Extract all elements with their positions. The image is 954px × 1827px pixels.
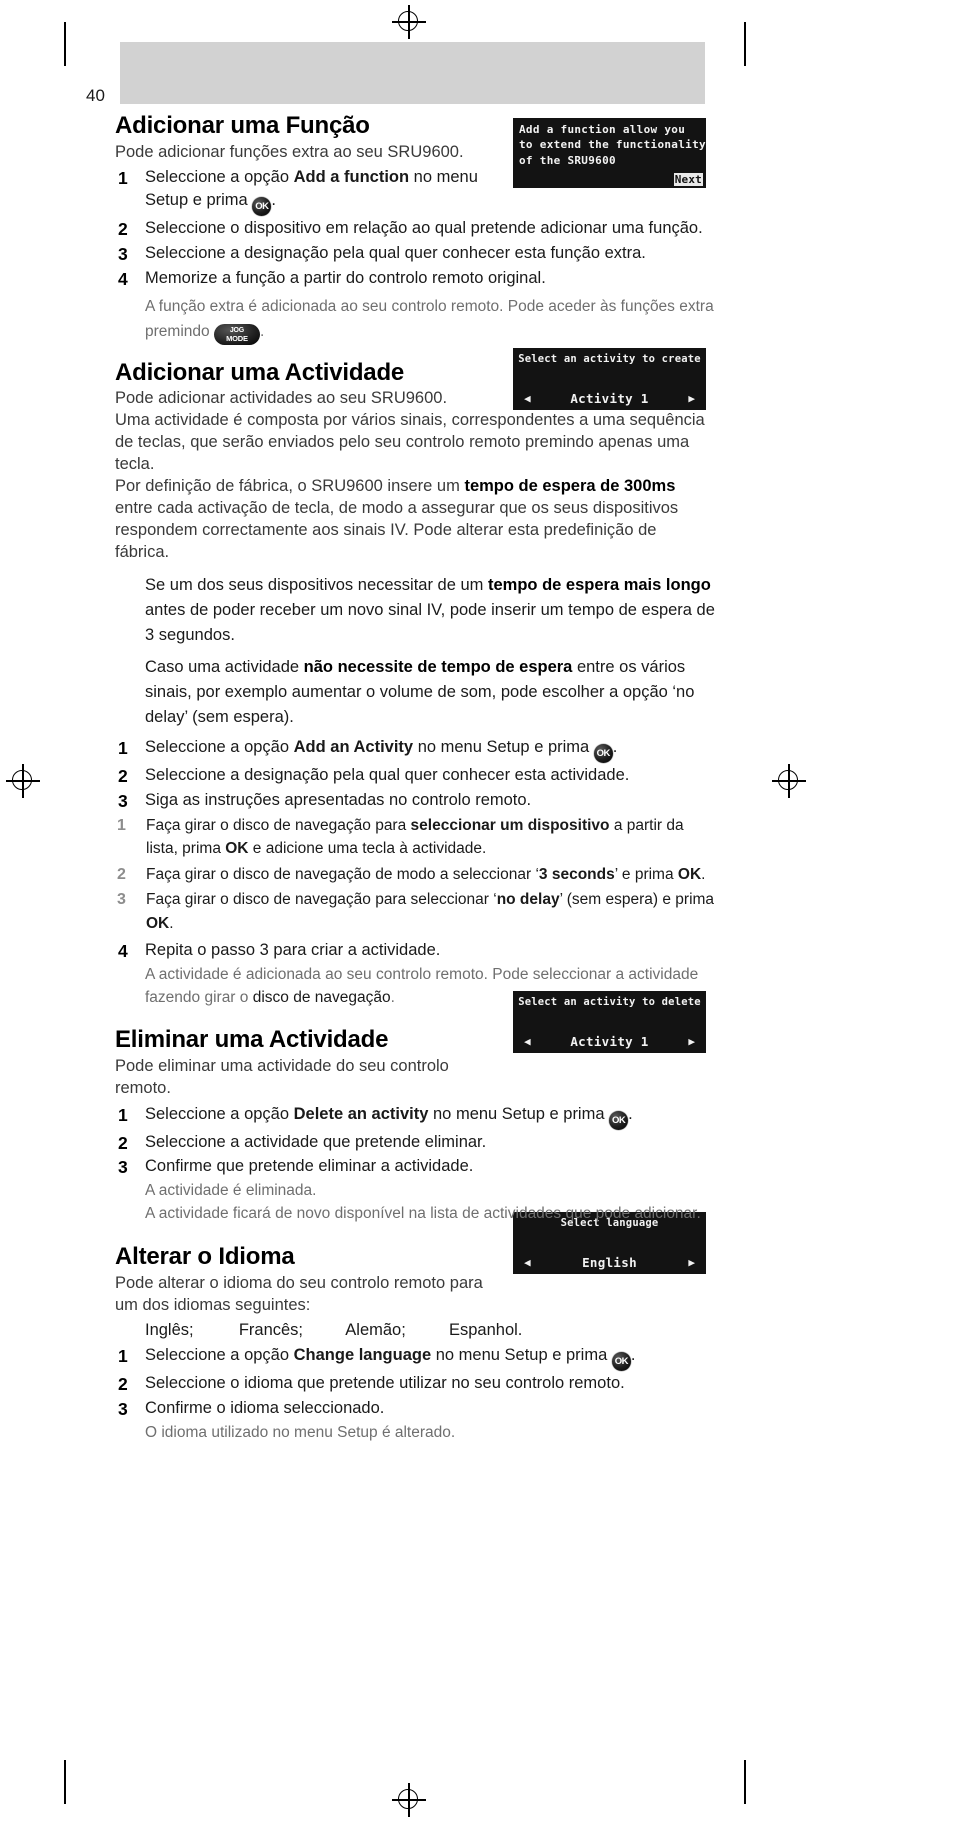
step-number: 2	[118, 1132, 128, 1153]
section-add-function: Adicionar uma Função Pode adicionar funç…	[115, 112, 715, 345]
step-list: 1 Seleccione a opção Delete an activity …	[115, 1103, 715, 1180]
crop-mark-bottom-left	[64, 1760, 66, 1804]
registration-mark-top	[392, 5, 426, 39]
step-list-continued: 4 Repita o passo 3 para criar a activida…	[115, 939, 715, 963]
step-list: 1 Seleccione a opção Add an Activity no …	[115, 736, 715, 813]
section-lead: Pode eliminar uma actividade do seu cont…	[115, 1056, 449, 1097]
section-lead: Pode alterar o idioma do seu controlo re…	[115, 1273, 483, 1314]
language-item: Inglês;	[145, 1320, 194, 1339]
step-list: 1 Seleccione a opção Change language no …	[115, 1344, 715, 1421]
step-text: Repita o passo 3 para criar a actividade…	[145, 941, 441, 960]
step-number: 1	[118, 1346, 128, 1367]
step-number: 2	[118, 1374, 128, 1395]
section-paragraph: Uma actividade é composta por vários sin…	[115, 411, 705, 474]
page-number: 40	[86, 86, 105, 105]
step-text: Seleccione a opção Delete an activity no…	[145, 1105, 633, 1130]
step-item: 1 Seleccione a opção Change language no …	[115, 1344, 715, 1372]
step-text: Siga as instruções apresentadas no contr…	[145, 790, 532, 809]
step-item: 2 Seleccione o dispositivo em relação ao…	[115, 217, 715, 241]
substep-item: 1 Faça girar o disco de navegação para s…	[115, 814, 715, 861]
section-change-language: Alterar o Idioma Pode alterar o idioma d…	[115, 1243, 715, 1444]
section-title: Alterar o Idioma	[115, 1243, 295, 1271]
step-text: Memorize a função a partir do controlo r…	[145, 268, 546, 287]
substep-list: 1 Faça girar o disco de navegação para s…	[115, 814, 715, 936]
section-note: A função extra é adicionada ao seu contr…	[145, 297, 714, 345]
section-title: Eliminar uma Actividade	[115, 1026, 389, 1054]
substep-text: Faça girar o disco de navegação para sel…	[146, 891, 715, 932]
step-item: 1 Seleccione a opção Add an Activity no …	[115, 736, 715, 764]
substep-item: 3 Faça girar o disco de navegação para s…	[115, 888, 715, 935]
step-item: 2 Seleccione o idioma que pretende utili…	[115, 1372, 715, 1396]
language-item: Alemão;	[345, 1320, 406, 1339]
registration-mark-right	[772, 764, 806, 798]
step-item: 3 Confirme o idioma seleccionado.	[115, 1397, 715, 1421]
step-list: 1 Seleccione a opção Add a function no m…	[115, 166, 715, 291]
section-lead: Pode adicionar actividades ao seu SRU960…	[115, 389, 448, 408]
step-item: 4 Repita o passo 3 para criar a activida…	[115, 939, 715, 963]
step-number: 1	[118, 167, 128, 188]
substep-item: 2 Faça girar o disco de navegação de mod…	[115, 863, 715, 887]
step-text: Seleccione a designação pela qual quer c…	[145, 766, 630, 785]
language-item: Francês;	[238, 1320, 303, 1339]
substep-number: 2	[117, 865, 126, 883]
registration-mark-bottom	[392, 1783, 426, 1817]
step-number: 4	[118, 941, 128, 962]
step-text: Seleccione a designação pela qual quer c…	[145, 244, 646, 263]
substep-text: Faça girar o disco de navegação de modo …	[146, 865, 706, 883]
step-text: Seleccione a opção Add an Activity no me…	[145, 738, 617, 764]
section-note: A actividade é adicionada ao seu control…	[145, 966, 699, 1006]
step-text: Seleccione a actividade que pretende eli…	[145, 1132, 487, 1151]
step-text: Seleccione a opção Add a function no men…	[145, 168, 478, 217]
step-item: 4 Memorize a função a partir do controlo…	[115, 267, 715, 291]
step-number: 2	[118, 219, 128, 240]
step-item: 1 Seleccione a opção Delete an activity …	[115, 1103, 715, 1130]
section-note: A actividade é eliminada.	[145, 1182, 317, 1200]
step-number: 1	[118, 1104, 128, 1125]
step-item: 1 Seleccione a opção Add a function no m…	[115, 166, 515, 217]
step-number: 3	[118, 1399, 128, 1420]
page-content: Adicionar uma Função Pode adicionar funç…	[115, 112, 715, 1444]
crop-mark-bottom-right	[744, 1760, 746, 1804]
substep-number: 1	[117, 816, 126, 834]
step-text: Confirme que pretende eliminar a activid…	[145, 1157, 474, 1176]
step-item: 2 Seleccione a designação pela qual quer…	[115, 764, 715, 788]
section-paragraph-indented: Se um dos seus dispositivos necessitar d…	[145, 575, 715, 644]
step-item: 3 Seleccione a designação pela qual quer…	[115, 242, 715, 266]
section-lead: Pode adicionar funções extra ao seu SRU9…	[115, 142, 464, 161]
section-title: Adicionar uma Actividade	[115, 358, 405, 386]
crop-mark-top-left	[64, 22, 66, 66]
step-item: 3 Confirme que pretende eliminar a activ…	[115, 1155, 715, 1179]
section-paragraph-indented: Caso uma actividade não necessite de tem…	[145, 657, 695, 727]
language-list: Inglês; Francês; Alemão; Espanhol.	[145, 1320, 715, 1342]
step-number: 3	[118, 1157, 128, 1178]
step-text: Seleccione o idioma que pretende utiliza…	[145, 1374, 625, 1393]
step-number: 4	[118, 268, 128, 289]
section-note: A actividade ficará de novo disponível n…	[145, 1204, 701, 1222]
section-delete-activity: Eliminar uma Actividade Pode eliminar um…	[115, 1026, 715, 1225]
crop-mark-top-right	[744, 22, 746, 66]
registration-mark-left	[6, 764, 40, 798]
section-note: O idioma utilizado no menu Setup é alter…	[145, 1423, 456, 1441]
header-banner	[120, 42, 705, 104]
step-text: Seleccione a opção Change language no me…	[145, 1346, 635, 1372]
step-number: 3	[118, 790, 128, 811]
step-text: Confirme o idioma seleccionado.	[145, 1399, 385, 1418]
step-number: 3	[118, 244, 128, 265]
step-text: Seleccione o dispositivo em relação ao q…	[145, 219, 703, 238]
section-paragraph: Por definição de fábrica, o SRU9600 inse…	[115, 476, 679, 561]
step-number: 1	[118, 738, 128, 759]
substep-text: Faça girar o disco de navegação para sel…	[146, 816, 684, 858]
section-add-activity: Adicionar uma Actividade Pode adicionar …	[115, 359, 715, 1009]
section-title: Adicionar uma Função	[115, 112, 370, 139]
step-item: 3 Siga as instruções apresentadas no con…	[115, 789, 715, 813]
substep-number: 3	[117, 891, 126, 909]
step-item: 2 Seleccione a actividade que pretende e…	[115, 1131, 715, 1155]
language-item: Espanhol.	[449, 1320, 523, 1339]
step-number: 2	[118, 766, 128, 787]
